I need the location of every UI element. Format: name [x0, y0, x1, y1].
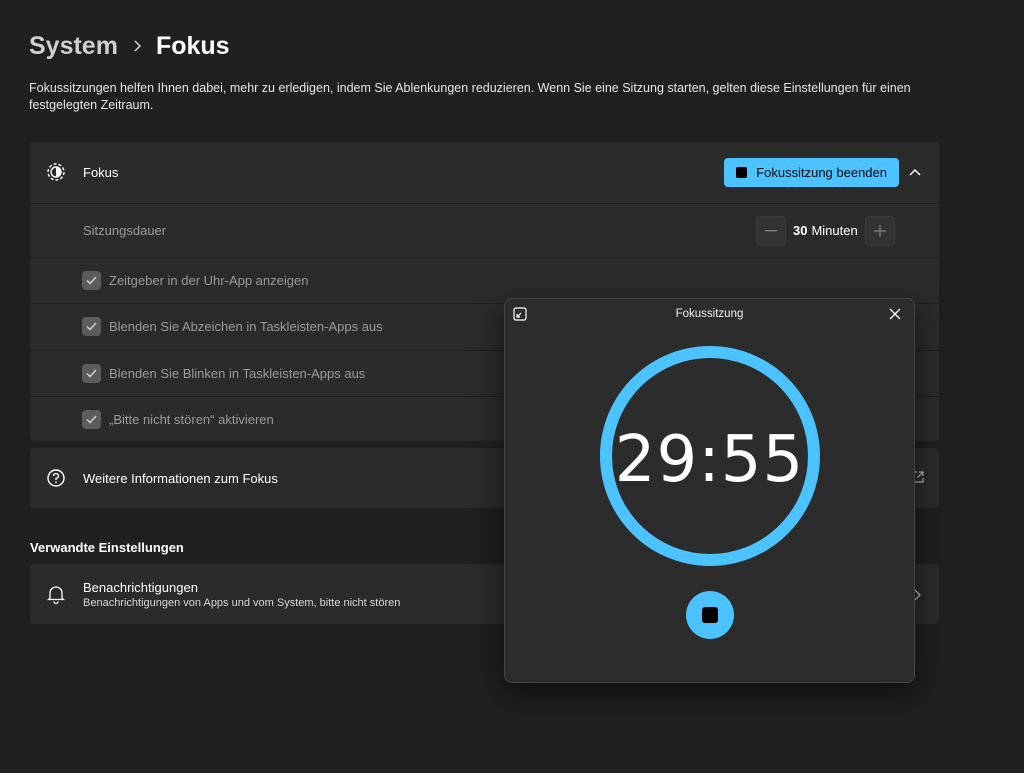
breadcrumb-parent[interactable]: System	[29, 30, 118, 62]
chevron-up-icon[interactable]	[905, 162, 925, 182]
notifications-title: Benachrichtigungen	[83, 580, 198, 595]
stop-icon	[702, 607, 718, 623]
session-duration-row: Sitzungsdauer 30 Minuten	[30, 204, 939, 257]
duration-number: 30	[793, 223, 808, 238]
checkbox-label: „Bitte nicht stören“ aktivieren	[109, 412, 274, 427]
checkbox-row-clock-timer[interactable]: Zeitgeber in der Uhr-App anzeigen	[30, 258, 939, 303]
breadcrumb-separator-icon	[132, 39, 142, 53]
more-info-link[interactable]: Weitere Informationen zum Fokus	[83, 471, 278, 486]
session-duration-value: 30 Minuten	[793, 223, 858, 238]
stop-session-button[interactable]	[686, 591, 734, 639]
notifications-subtitle: Benachrichtigungen von Apps und vom Syst…	[83, 597, 401, 609]
focus-icon	[46, 162, 66, 182]
focus-header-row[interactable]: Fokus Fokussitzung beenden	[30, 142, 939, 203]
page-description: Fokussitzungen helfen Ihnen dabei, mehr …	[29, 81, 911, 112]
increase-duration-button[interactable]	[865, 216, 895, 246]
stop-icon	[736, 167, 748, 178]
end-focus-session-label: Fokussitzung beenden	[756, 165, 887, 180]
checkbox-label: Blenden Sie Blinken in Taskleisten-Apps …	[109, 366, 366, 381]
checkbox-hide-badges[interactable]	[82, 317, 101, 336]
decrease-duration-button[interactable]	[756, 216, 786, 246]
checkbox-label: Blenden Sie Abzeichen in Taskleisten-App…	[109, 319, 383, 334]
checkbox-do-not-disturb[interactable]	[82, 410, 101, 429]
focus-session-popup: Fokussitzung 29:55	[504, 298, 915, 683]
popup-title: Fokussitzung	[675, 308, 744, 320]
related-settings-header: Verwandte Einstellungen	[30, 540, 184, 555]
session-duration-label: Sitzungsdauer	[83, 223, 167, 238]
breadcrumb: System Fokus	[29, 30, 230, 62]
page-title: Fokus	[155, 32, 230, 60]
focus-title: Fokus	[83, 165, 119, 180]
close-icon[interactable]	[886, 305, 904, 323]
timer-display: 29:55	[614, 423, 805, 497]
bell-icon	[46, 584, 66, 604]
end-focus-session-button[interactable]: Fokussitzung beenden	[724, 158, 899, 187]
duration-unit: Minuten	[811, 223, 858, 238]
checkbox-clock-timer[interactable]	[82, 271, 101, 290]
checkbox-hide-flashing[interactable]	[82, 364, 101, 383]
checkbox-label: Zeitgeber in der Uhr-App anzeigen	[109, 273, 309, 288]
help-icon	[46, 468, 66, 488]
